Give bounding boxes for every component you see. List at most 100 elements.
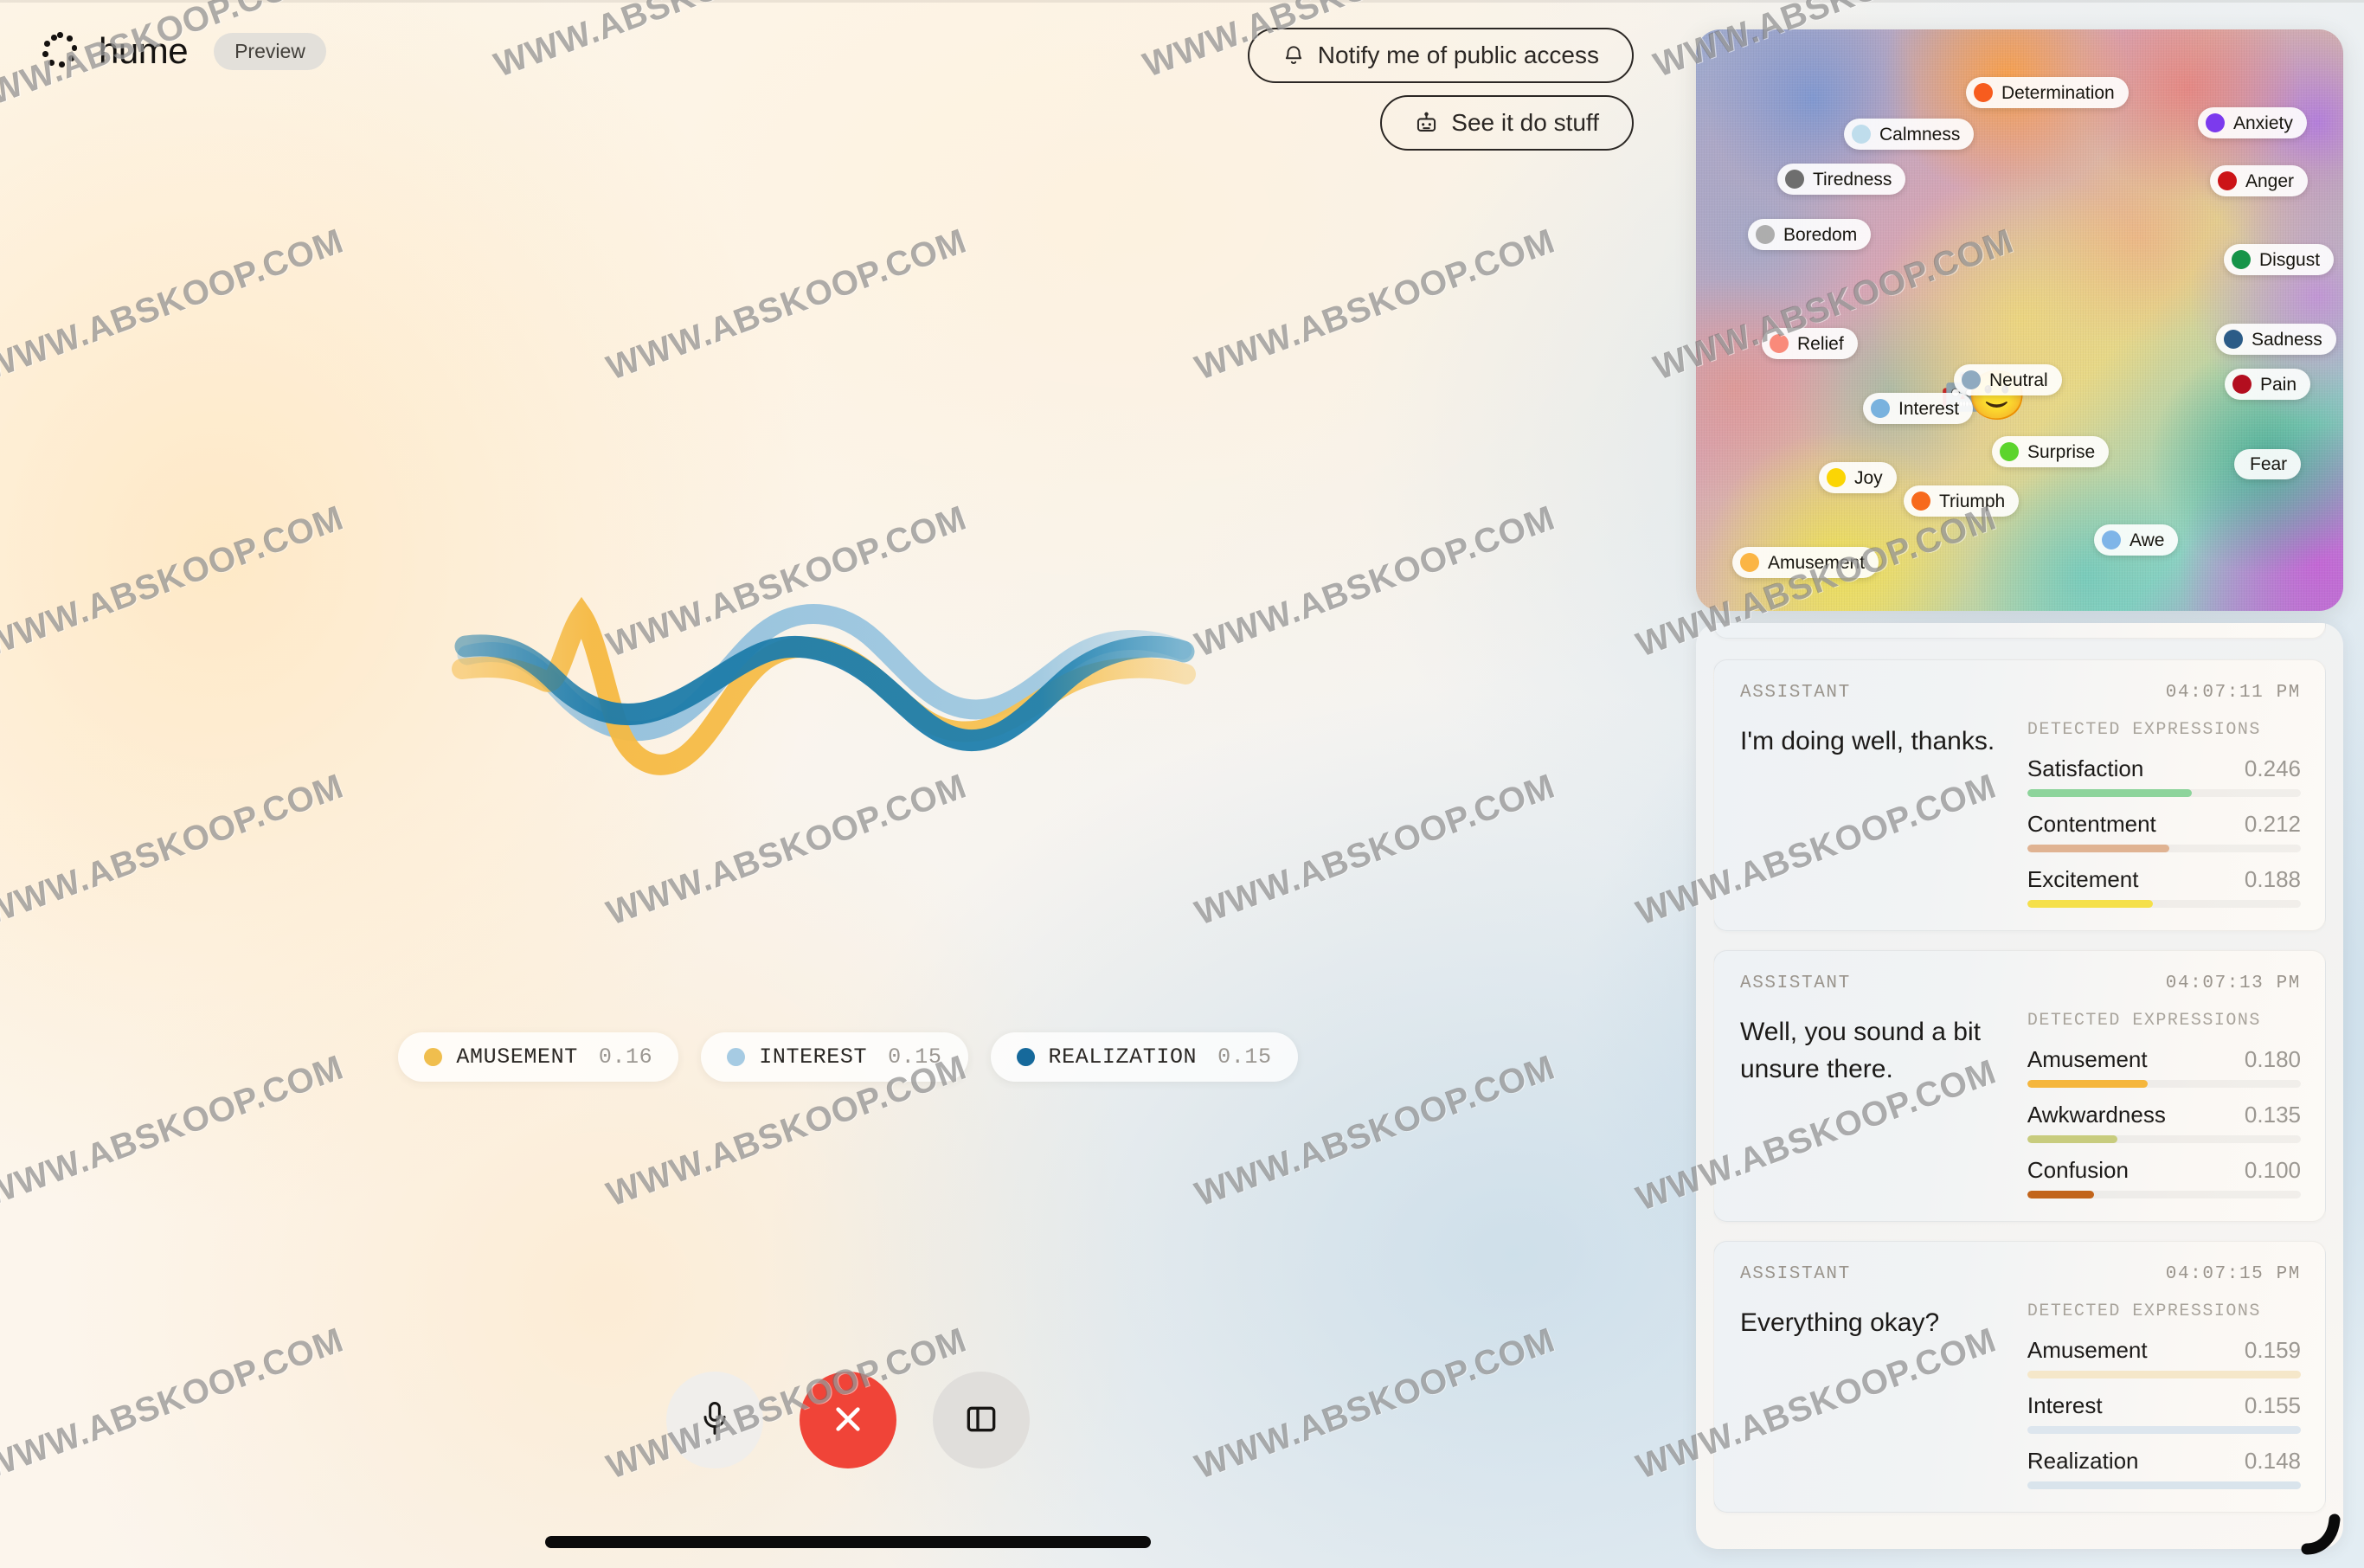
expression-bar-fill	[2027, 845, 2170, 852]
watermark: WWW.ABSKOOP.COM	[0, 498, 349, 665]
emotion-pill-sadness[interactable]: Sadness	[2216, 324, 2336, 355]
expression-bar-fill	[2027, 1191, 2095, 1198]
expression-row: Realization 0.148	[2027, 1448, 2301, 1489]
emotion-pill-calmness[interactable]: Calmness	[1844, 119, 1975, 150]
bell-icon	[1282, 43, 1305, 67]
wave-amusement	[452, 596, 1196, 775]
emotion-pill-determination[interactable]: Determination	[1966, 77, 2129, 108]
emotion-label-interest: Interest	[1898, 398, 1960, 419]
robot-icon	[1415, 112, 1438, 135]
message-card[interactable]: ASSISTANT 04:07:15 PM Everything okay? DETE…	[1713, 1241, 2326, 1513]
detected-expressions-label: DETECTED EXPRESSIONS	[2027, 1301, 2261, 1321]
header-actions: Notify me of public access See it do stu…	[1247, 28, 1634, 151]
message-header: ASSISTANT 04:07:13 PM	[1740, 974, 2301, 993]
legend-value-interest: 0.15	[888, 1044, 942, 1070]
emotion-pill-triumph[interactable]: Triumph	[1904, 485, 2020, 517]
emotion-pill-interest[interactable]: Interest	[1863, 393, 1974, 424]
message-card[interactable]: ASSISTANT 04:07:11 PM I'm doing well, than…	[1713, 659, 2326, 931]
message-text: Well, you sound a bit unsure there.	[1740, 1018, 1981, 1083]
message-card[interactable]: ASSISTANT 04:07:13 PM Well, you sound a bi…	[1713, 950, 2326, 1222]
close-icon	[830, 1401, 866, 1440]
emotion-pill-awe[interactable]: Awe	[2094, 524, 2179, 556]
message-text: I'm doing well, thanks.	[1740, 727, 1995, 755]
expression-row: Interest 0.155	[2027, 1392, 2301, 1434]
emotion-pill-surprise[interactable]: Surprise	[1992, 436, 2110, 467]
expression-bar	[2027, 789, 2301, 797]
conversation-panel[interactable]: ASSISTANT DETECTED EXPRESSIONS Confusion 0.…	[1696, 623, 2343, 1549]
notify-public-access-button[interactable]: Notify me of public access	[1247, 28, 1634, 83]
message-text: Everything okay?	[1740, 1308, 1940, 1337]
emotion-pill-boredom[interactable]: Boredom	[1748, 219, 1872, 250]
emotion-label-anxiety: Anxiety	[2233, 112, 2293, 133]
emotion-label-tiredness: Tiredness	[1813, 169, 1892, 190]
see-it-do-stuff-button[interactable]: See it do stuff	[1380, 95, 1634, 151]
emotion-dot-amusement	[1740, 553, 1759, 572]
emotion-map[interactable]: 🙂🤖DeterminationAnxietyCalmnessTirednessA…	[1696, 29, 2343, 611]
legend-pill-realization[interactable]: REALIZATION 0.15	[990, 1032, 1298, 1082]
home-indicator-wrap	[0, 0, 1696, 1568]
emotion-pill-pain[interactable]: Pain	[2225, 369, 2311, 400]
watermark: WWW.ABSKOOP.COM	[601, 222, 972, 388]
expression-name: Contentment	[2027, 811, 2156, 837]
emotion-label-calmness: Calmness	[1879, 124, 1961, 145]
conversation-scroll[interactable]: ASSISTANT DETECTED EXPRESSIONS Confusion 0.…	[1713, 623, 2326, 1549]
message-card[interactable]: ASSISTANTDETECTED EXPRESSIONSConfusion0.…	[1713, 623, 2326, 639]
expression-value: 0.212	[2244, 811, 2301, 837]
expression-name: Satisfaction	[2027, 755, 2144, 781]
emotion-label-sadness: Sadness	[2252, 329, 2322, 350]
emotion-pill-joy[interactable]: Joy	[1819, 462, 1897, 493]
message-role: ASSISTANT	[1740, 1264, 1851, 1284]
emotion-dot-anger	[2218, 171, 2237, 190]
emotion-dot-interest	[1871, 399, 1890, 418]
emotion-pill-anger[interactable]: Anger	[2210, 165, 2309, 196]
emotion-pill-amusement[interactable]: Amusement	[1732, 547, 1879, 578]
expression-bar	[2027, 1371, 2301, 1378]
watermark: WWW.ABSKOOP.COM	[1190, 767, 1560, 933]
legend-dot-amusement	[424, 1048, 443, 1066]
detected-expressions-label: DETECTED EXPRESSIONS	[2027, 1011, 2261, 1031]
watermark: WWW.ABSKOOP.COM	[1190, 222, 1560, 388]
message-role: ASSISTANT	[1740, 683, 1851, 703]
legend-label-realization: REALIZATION	[1048, 1044, 1198, 1070]
expression-row: Confusion 0.100	[2027, 1157, 2301, 1198]
emotion-label-pain: Pain	[2260, 374, 2297, 395]
emotion-pill-disgust[interactable]: Disgust	[2224, 244, 2335, 275]
mute-mic-button[interactable]	[666, 1372, 763, 1468]
emotion-pill-neutral[interactable]: Neutral	[1954, 364, 2062, 395]
home-indicator[interactable]	[545, 1536, 1151, 1548]
emotion-label-disgust: Disgust	[2259, 249, 2321, 270]
expression-bar	[2027, 1426, 2301, 1434]
expression-legend: AMUSEMENT 0.16 INTEREST 0.15 REALIZATION…	[0, 1032, 1696, 1082]
app-header: hume Preview Notify me of public access	[0, 0, 1696, 164]
message-header: ASSISTANT 04:07:15 PM	[1740, 1264, 2301, 1284]
emotion-label-relief: Relief	[1797, 333, 1844, 354]
call-controls	[0, 1372, 1696, 1468]
expression-row: Amusement 0.159	[2027, 1337, 2301, 1378]
legend-pill-amusement[interactable]: AMUSEMENT 0.16	[398, 1032, 679, 1082]
brand: hume Preview	[40, 31, 326, 71]
emotion-pill-relief[interactable]: Relief	[1762, 328, 1858, 359]
emotion-dot-relief	[1770, 334, 1789, 353]
right-panel: 🙂🤖DeterminationAnxietyCalmnessTirednessA…	[1696, 29, 2343, 1549]
toggle-panel-button[interactable]	[933, 1372, 1030, 1468]
hume-evi-app: hume Preview Notify me of public access	[0, 0, 2364, 1568]
emotion-pill-anxiety[interactable]: Anxiety	[2198, 107, 2307, 138]
emotion-dot-neutral	[1962, 370, 1981, 389]
legend-value-realization: 0.15	[1217, 1044, 1272, 1070]
watermark: WWW.ABSKOOP.COM	[0, 767, 349, 933]
voice-waveform	[0, 0, 1696, 1568]
expression-row: Contentment 0.212	[2027, 811, 2301, 852]
emotion-label-amusement: Amusement	[1768, 552, 1866, 573]
end-call-button[interactable]	[800, 1372, 896, 1468]
emotion-pill-fear[interactable]: Fear	[2234, 449, 2302, 479]
legend-pill-interest[interactable]: INTEREST 0.15	[701, 1032, 968, 1082]
expression-bar	[2027, 845, 2301, 852]
emotion-pill-tiredness[interactable]: Tiredness	[1777, 164, 1906, 195]
expression-bar	[2027, 1135, 2301, 1143]
emotion-dot-determination	[1974, 83, 1993, 102]
legend-label-amusement: AMUSEMENT	[456, 1044, 578, 1070]
emotion-dot-calmness	[1852, 125, 1871, 144]
watermark: WWW.ABSKOOP.COM	[601, 498, 972, 665]
expression-bar-fill	[2027, 900, 2154, 908]
expression-value: 0.155	[2244, 1392, 2301, 1418]
